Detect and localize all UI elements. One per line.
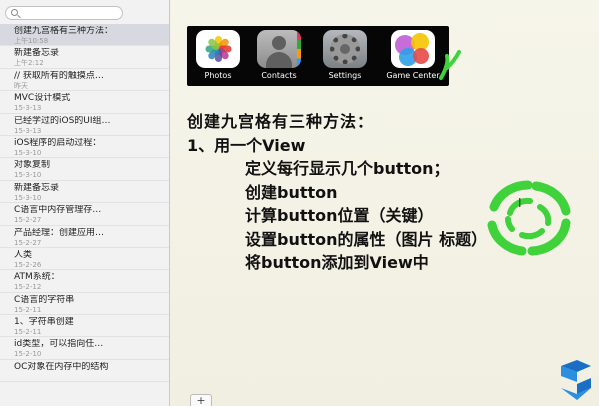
settings-app: Settings [318, 30, 372, 80]
note-title: 创建九宫格有三种方法： [14, 26, 114, 36]
note-date: 15-2-11 [14, 328, 42, 337]
note-title: iOS程序的启动过程： [14, 137, 102, 148]
note-title: 1、字符串创建 [14, 317, 74, 328]
watermark-logo-icon [561, 360, 591, 400]
note-title: 新建备忘录 [14, 182, 60, 193]
note-list-item[interactable]: C语言的字符串 15-2-11 [0, 293, 169, 316]
note-title: 新建备忘录 [14, 48, 60, 59]
note-date: 15-3-13 [14, 126, 42, 135]
note-list-item[interactable]: iOS程序的启动过程： 15-3-10 [0, 136, 169, 159]
note-list-item[interactable]: 对象复制 15-3-10 [0, 158, 169, 181]
note-list-item[interactable]: 已经学过的iOS的UI组… 15-3-13 [0, 114, 169, 136]
note-list-item[interactable]: 新建备忘录 15-3-10 [0, 181, 169, 204]
photos-app: Photos [191, 30, 245, 80]
app-label: Contacts [261, 71, 297, 80]
settings-icon [323, 30, 367, 68]
search-icon [11, 9, 18, 16]
note-list-item[interactable]: 创建九宫格有三种方法： 上午10:58 [0, 24, 169, 47]
note-date: 上午2:12 [14, 59, 44, 68]
notes-sidebar: 创建九宫格有三种方法： 上午10:58 新建备忘录 上午2:12// 获取所有的触摸点… [0, 0, 170, 406]
note-title: // 获取所有的触摸点… [14, 70, 104, 81]
note-list-item[interactable]: 1、字符串创建 15-2-11 [0, 315, 169, 338]
note-date: 15-3-10 [14, 171, 42, 180]
note-title: OC对象在内存中的结构 [14, 361, 109, 372]
note-title: C语言的字符串 [14, 294, 75, 305]
note-title: 人类 [14, 249, 33, 260]
note-line: 1、用一个View [187, 135, 306, 155]
contacts-app: Contacts [252, 30, 306, 80]
note-date: 15-3-10 [14, 193, 42, 202]
note-list-item[interactable]: // 获取所有的触摸点… 昨天 [0, 69, 169, 92]
note-title: C语言中内存管理存… [14, 205, 102, 216]
note-list-item[interactable]: C语言中内存管理存… 15-2-27 [0, 203, 169, 226]
note-list-item[interactable]: MVC设计模式 15-3-13 [0, 91, 169, 114]
add-note-button[interactable]: + [190, 394, 212, 406]
note-date: 15-3-10 [14, 148, 42, 157]
note-date: 15-2-26 [14, 260, 42, 269]
green-scribble [439, 50, 461, 80]
text-cursor-icon: I [518, 196, 522, 210]
app-label: Photos [204, 71, 232, 80]
note-list-item[interactable]: 人类 15-2-26 [0, 248, 169, 271]
note-list-item[interactable]: ATM系统： 15-2-12 [0, 270, 169, 293]
search-input[interactable] [5, 6, 123, 20]
note-list-item[interactable]: 产品经理：创建应用… 15-2-27 [0, 226, 169, 248]
note-title: MVC设计模式 [14, 93, 71, 104]
photos-icon [196, 30, 240, 68]
green-circle-annotation [487, 180, 571, 256]
note-heading: 创建九宫格有三种方法： [187, 112, 375, 131]
note-list-item[interactable]: 新建备忘录 上午2:12 [0, 46, 169, 69]
note-title: id类型，可以指向任… [14, 339, 104, 350]
note-date: 15-3-13 [14, 104, 42, 113]
note-date: 15-2-27 [14, 216, 42, 225]
note-date: 上午10:58 [14, 37, 49, 45]
note-list-item[interactable]: id类型，可以指向任… 15-2-10 [0, 337, 169, 360]
note-date: 15-2-12 [14, 283, 42, 292]
ios-dock-image: Photos Contacts Settings Game Center [187, 26, 461, 86]
note-title: 对象复制 [14, 160, 51, 171]
note-title: 产品经理：创建应用… [14, 227, 105, 238]
contacts-icon [257, 30, 301, 68]
note-title: ATM系统： [14, 272, 60, 283]
note-date: 15-2-27 [14, 238, 42, 247]
note-list-item[interactable]: OC对象在内存中的结构 [0, 360, 169, 383]
note-editor[interactable]: Photos Contacts Settings Game Center 创建九… [171, 0, 599, 406]
note-title: 已经学过的iOS的UI组… [14, 115, 111, 126]
note-date: 昨天 [14, 81, 28, 90]
note-date: 15-2-10 [14, 350, 42, 359]
app-label: Settings [328, 71, 362, 80]
note-date: 15-2-11 [14, 305, 42, 314]
notes-list: 创建九宫格有三种方法： 上午10:58 新建备忘录 上午2:12// 获取所有的触摸点… [0, 24, 169, 383]
